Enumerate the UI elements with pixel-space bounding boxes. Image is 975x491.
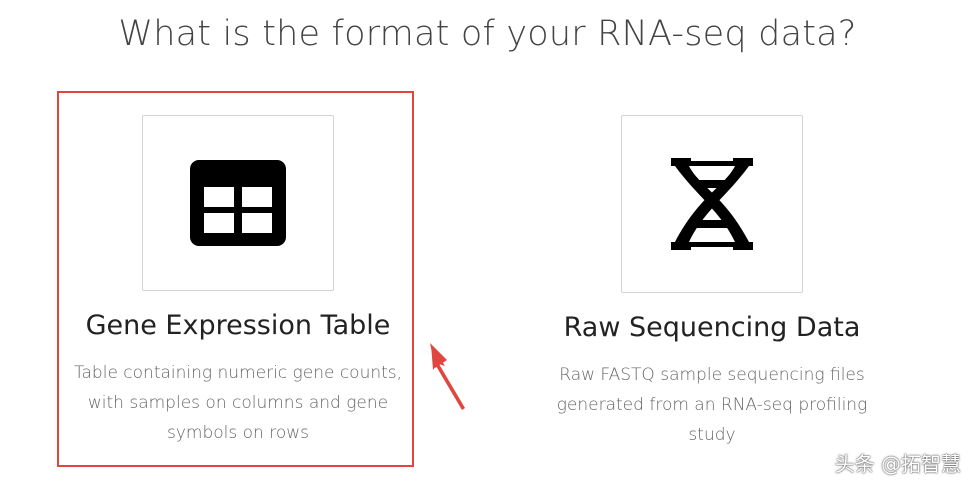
option-description: Raw FASTQ sample sequencing files genera… (556, 365, 868, 445)
page-title: What is the format of your RNA-seq data? (118, 14, 857, 54)
option-title: Raw Sequencing Data (563, 312, 861, 343)
watermark-text: 头条 @拓智慧 (834, 452, 961, 476)
gene-expression-table-card[interactable] (142, 115, 334, 291)
table-icon (190, 160, 286, 246)
option-description: Table containing numeric gene counts, wi… (73, 363, 403, 443)
annotation-arrow-icon (430, 343, 465, 410)
option-title: Gene Expression Table (85, 310, 391, 341)
raw-sequencing-data-card[interactable] (621, 115, 803, 293)
option-raw-sequencing-data[interactable]: Raw Sequencing Data Raw FASTQ sample seq… (530, 115, 894, 450)
dna-icon (671, 158, 753, 250)
option-gene-expression-table[interactable]: Gene Expression Table Table containing n… (58, 115, 418, 448)
